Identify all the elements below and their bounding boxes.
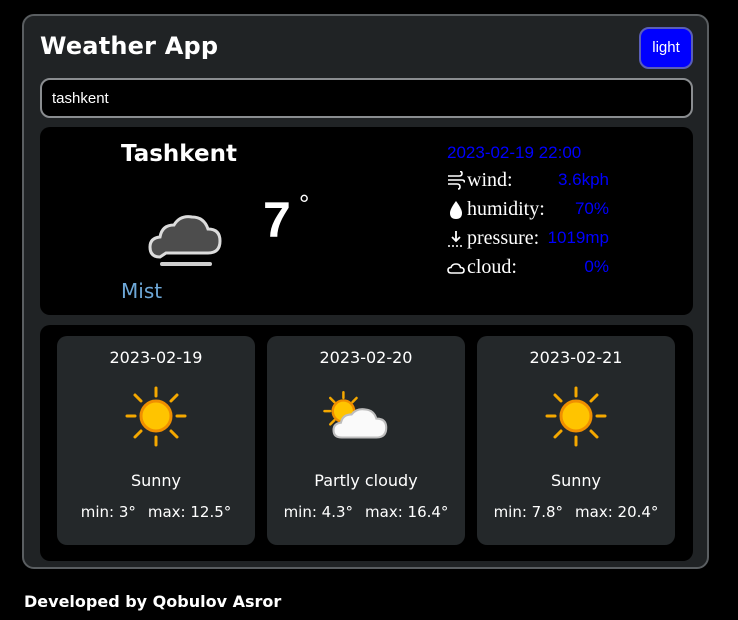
forecast-card: 2023-02-19 Sunny min: 3° max: 12.5°: [57, 336, 255, 545]
pressure-icon: [448, 231, 464, 247]
humidity-label: humidity:: [467, 198, 545, 220]
detail-row-humidity: humidity: 70%: [447, 198, 617, 227]
forecast-min: min: 7.8°: [493, 503, 564, 521]
weather-details: 2023-02-19 22:00 wind: 3.6kph humidity: …: [447, 143, 617, 285]
forecast-panel: 2023-02-19 Sunny min: 3° max: 12.5° 2023-…: [40, 325, 693, 561]
forecast-condition: Sunny: [130, 471, 182, 490]
humidity-value: 70%: [574, 199, 609, 218]
forecast-max: max: 16.4°: [365, 503, 449, 521]
forecast-condition: Sunny: [550, 471, 602, 490]
wind-label: wind:: [467, 169, 513, 191]
forecast-max: max: 20.4°: [575, 503, 659, 521]
pressure-label: pressure:: [467, 227, 540, 249]
cloud-label: cloud:: [467, 256, 517, 278]
forecast-minmax: min: 4.3° max: 16.4°: [267, 503, 465, 521]
forecast-min: min: 3°: [80, 503, 136, 521]
pressure-value: 1019mp: [547, 228, 609, 247]
humidity-drop-icon: [450, 201, 462, 219]
cloud-value: 0%: [584, 257, 609, 276]
wind-value: 3.6kph: [557, 170, 609, 189]
mist-icon: [148, 215, 222, 266]
footer-credit: Developed by Qobulov Asror: [24, 592, 282, 611]
current-condition: Mist: [121, 279, 163, 303]
theme-toggle-button[interactable]: light: [639, 27, 693, 69]
forecast-minmax: min: 7.8° max: 20.4°: [477, 503, 675, 521]
current-temperature: 7: [263, 192, 291, 248]
forecast-date: 2023-02-21: [529, 348, 623, 367]
forecast-date: 2023-02-20: [319, 348, 413, 367]
current-weather-panel: Tashkent Mist 7 ° 2023-02-19 22:00 wind:…: [40, 127, 693, 315]
sun-icon: [545, 386, 607, 447]
app-title: Weather App: [40, 32, 219, 60]
cloud-outline-icon: [447, 263, 465, 274]
forecast-condition: Partly cloudy: [314, 471, 418, 490]
forecast-card: 2023-02-20 Partly cloudy min: 4.3° max: 1…: [267, 336, 465, 545]
detail-row-wind: wind: 3.6kph: [447, 169, 617, 198]
degree-symbol: °: [299, 189, 310, 219]
detail-row-cloud: cloud: 0%: [447, 256, 617, 285]
wind-icon: [448, 171, 465, 190]
sun-icon: [125, 386, 187, 447]
forecast-card: 2023-02-21 Sunny min: 7.8° max: 20.4°: [477, 336, 675, 545]
city-search-input[interactable]: [40, 78, 693, 118]
weather-app-container: Weather App light Tashkent Mist 7 ° 2023…: [22, 14, 709, 569]
forecast-max: max: 12.5°: [147, 503, 232, 521]
partly-cloudy-icon: [323, 390, 388, 439]
detail-row-pressure: pressure: 1019mp: [447, 227, 617, 256]
city-name: Tashkent: [121, 141, 237, 167]
local-datetime: 2023-02-19 22:00: [447, 143, 582, 162]
forecast-min: min: 4.3°: [283, 503, 354, 521]
forecast-date: 2023-02-19: [109, 348, 203, 367]
forecast-minmax: min: 3° max: 12.5°: [57, 503, 255, 521]
